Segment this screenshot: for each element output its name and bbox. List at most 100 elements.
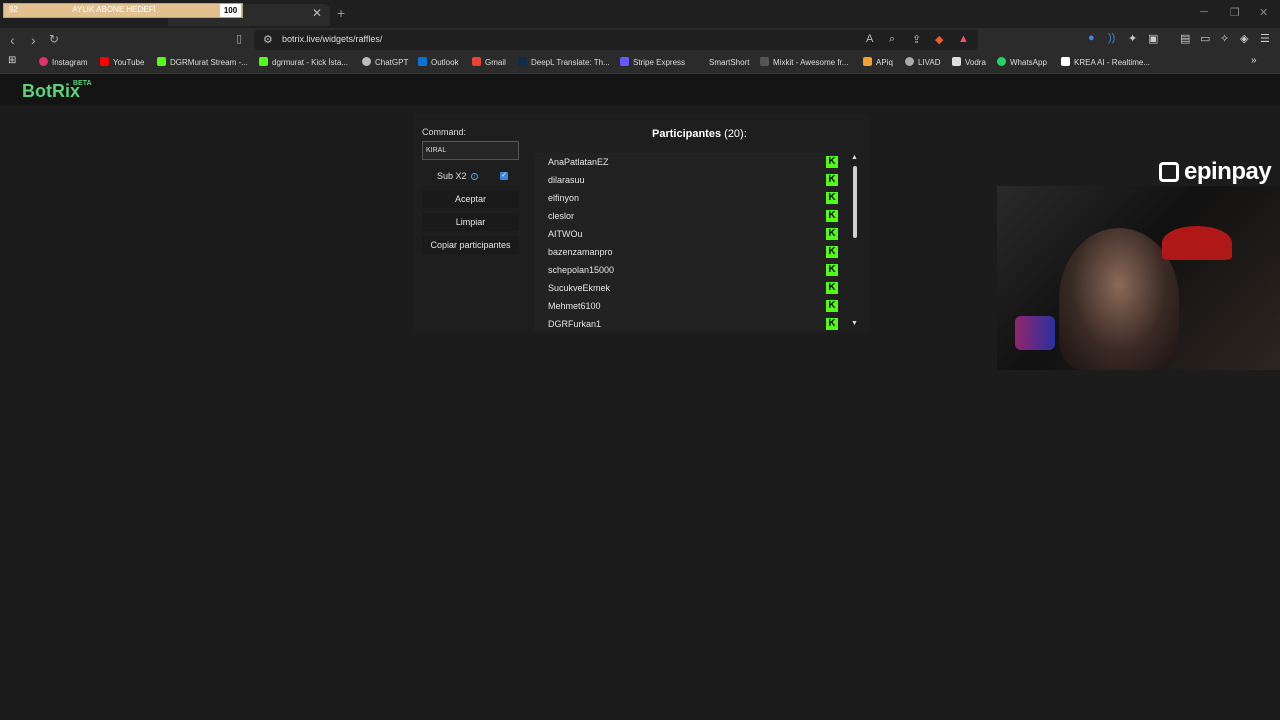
bookmark-deepl[interactable]: DeepL Translate: Th... [518, 57, 610, 67]
participant-name: DGRFurkan1 [548, 319, 602, 329]
bookmark-krea[interactable]: KREA AI - Realtime... [1061, 57, 1150, 67]
bookmark-whatsapp[interactable]: WhatsApp [997, 57, 1047, 67]
botrix-logo[interactable]: BotRix [22, 81, 80, 102]
translate-icon[interactable]: A [866, 33, 873, 45]
youtube-icon [100, 57, 109, 66]
tabs-icon[interactable]: ▭ [1200, 32, 1210, 45]
leo-ai-icon[interactable]: ✧ [1220, 32, 1229, 45]
kick-icon: K [826, 192, 838, 204]
bookmark-livad[interactable]: LIVAD [905, 57, 941, 67]
list-item: elfinyon K [534, 189, 838, 207]
share-icon[interactable]: ⇪ [912, 33, 921, 46]
brave-rewards-icon[interactable]: ▲ [958, 33, 969, 45]
address-bar[interactable]: ⚙ botrix.live/widgets/raffles/ A ⌕ ⇪ ◆ ▲ [254, 30, 978, 50]
url-text: botrix.live/widgets/raffles/ [282, 34, 383, 44]
extensions-icon[interactable]: ✦ [1128, 32, 1137, 45]
participant-name: schepolan15000 [548, 265, 615, 275]
outlook-icon [418, 57, 427, 66]
vpn-icon[interactable]: ● [1088, 32, 1095, 44]
bookmark-youtube[interactable]: YouTube [100, 57, 144, 67]
participant-name: cleslor [548, 211, 575, 221]
forward-icon[interactable]: › [31, 32, 36, 48]
speak-icon[interactable]: )) [1108, 32, 1115, 44]
bookmark-chatgpt[interactable]: ChatGPT [362, 57, 408, 67]
streamer-figure [1059, 228, 1179, 370]
window-close-icon[interactable]: ✕ [1259, 6, 1268, 19]
zoom-icon[interactable]: ⌕ [889, 33, 895, 46]
command-input[interactable]: KIRAL [422, 141, 519, 160]
bookmark-dgrmurat-stream[interactable]: DGRMurat Stream -... [157, 57, 248, 67]
list-item: Mehmet6100 K [534, 297, 838, 315]
bookmark-dgrmurat-kick[interactable]: dgrmurat - Kick İsta... [259, 57, 348, 67]
bookmarks-bar: ⊞ Instagram YouTube DGRMurat Stream -...… [0, 52, 1280, 74]
participants-count: (20): [724, 128, 747, 140]
back-icon[interactable]: ‹ [10, 32, 15, 48]
reload-icon[interactable]: ↻ [49, 32, 59, 46]
list-item: AITWOu K [534, 225, 838, 243]
bookmark-mixkit[interactable]: Mixkit - Awesome fr... [760, 57, 848, 67]
info-icon[interactable]: i [471, 173, 478, 180]
scrollbar-thumb[interactable] [853, 166, 857, 238]
more-bookmarks-icon[interactable]: » [1251, 55, 1257, 66]
kick-icon: K [826, 318, 838, 330]
bookmark-outlook[interactable]: Outlook [418, 57, 459, 67]
list-item: bazenzamanpro K [534, 243, 838, 261]
clear-button[interactable]: Limpiar [422, 213, 519, 231]
apps-grid-icon[interactable]: ⊞ [8, 55, 16, 66]
kick-icon: K [826, 228, 838, 240]
sub-multiplier-checkbox[interactable]: ✓ [500, 172, 508, 180]
bookmark-gmail[interactable]: Gmail [472, 57, 506, 67]
participant-name: AITWOu [548, 229, 583, 239]
menu-icon[interactable]: ☰ [1260, 32, 1270, 45]
bookmark-vodra[interactable]: Vodra [952, 57, 986, 67]
list-item: AnaPatlatanEZ K [534, 153, 838, 171]
scroll-up-icon[interactable]: ▲ [851, 154, 858, 161]
list-item: schepolan15000 K [534, 261, 838, 279]
vodra-icon [952, 57, 961, 66]
goal-end-value: 100 [220, 4, 241, 17]
bookmark-stripe[interactable]: Stripe Express [620, 57, 685, 67]
participant-name: Mehmet6100 [548, 301, 601, 311]
goal-title: AYLIK ABONE HEDEFİ [72, 5, 156, 14]
list-item: cleslor K [534, 207, 838, 225]
wallet-icon[interactable]: ▣ [1148, 32, 1158, 45]
bookmark-apiq[interactable]: APiq [863, 57, 893, 67]
participant-name: bazenzamanpro [548, 247, 613, 257]
site-info-icon[interactable]: ⚙ [263, 33, 273, 46]
kick-icon: K [826, 246, 838, 258]
kick-icon: K [826, 300, 838, 312]
bookmark-instagram[interactable]: Instagram [39, 57, 88, 67]
rgb-light [1015, 316, 1055, 350]
kick-icon: K [826, 264, 838, 276]
bookmark-smartshort[interactable]: SmartShort [696, 57, 749, 67]
participants-label: Participantes [652, 128, 722, 140]
command-label: Command: [422, 127, 467, 137]
bookmark-icon[interactable]: ▯ [236, 32, 242, 45]
tab-close-icon[interactable]: ✕ [312, 6, 322, 20]
new-tab-icon[interactable]: + [337, 5, 345, 21]
participants-list[interactable]: AnaPatlatanEZ K dilarasuu K elfinyon K cles… [534, 153, 838, 330]
restore-icon[interactable]: ❐ [1230, 6, 1240, 19]
stripe-icon [620, 57, 629, 66]
kick-icon: K [826, 210, 838, 222]
participant-name: elfinyon [548, 193, 580, 203]
list-item: DGRFurkan1 K [534, 315, 838, 330]
kick-icon: K [826, 282, 838, 294]
webcam-feed [997, 186, 1280, 370]
site-header: BotRix BETA [0, 74, 1280, 105]
participants-scrollbar[interactable]: ▲ ▼ [851, 154, 859, 330]
minimize-icon[interactable]: ─ [1200, 6, 1208, 18]
participants-title: Participantes (20): [652, 128, 747, 140]
kick-icon [157, 57, 166, 66]
kick-icon: K [826, 156, 838, 168]
brave-shield-icon[interactable]: ◆ [935, 33, 943, 46]
vpn-shield-icon[interactable]: ◈ [1240, 32, 1248, 45]
browser-titlebar: ✕ + ─ ❐ ✕ 92 AYLIK ABONE HEDEFİ 100 [0, 0, 1280, 28]
whatsapp-icon [997, 57, 1006, 66]
scroll-down-icon[interactable]: ▼ [851, 320, 858, 327]
sidebar-icon[interactable]: ▤ [1180, 32, 1190, 45]
apiq-icon [863, 57, 872, 66]
gmail-icon [472, 57, 481, 66]
copy-participants-button[interactable]: Copiar participantes [422, 236, 519, 254]
accept-button[interactable]: Aceptar [422, 190, 519, 208]
